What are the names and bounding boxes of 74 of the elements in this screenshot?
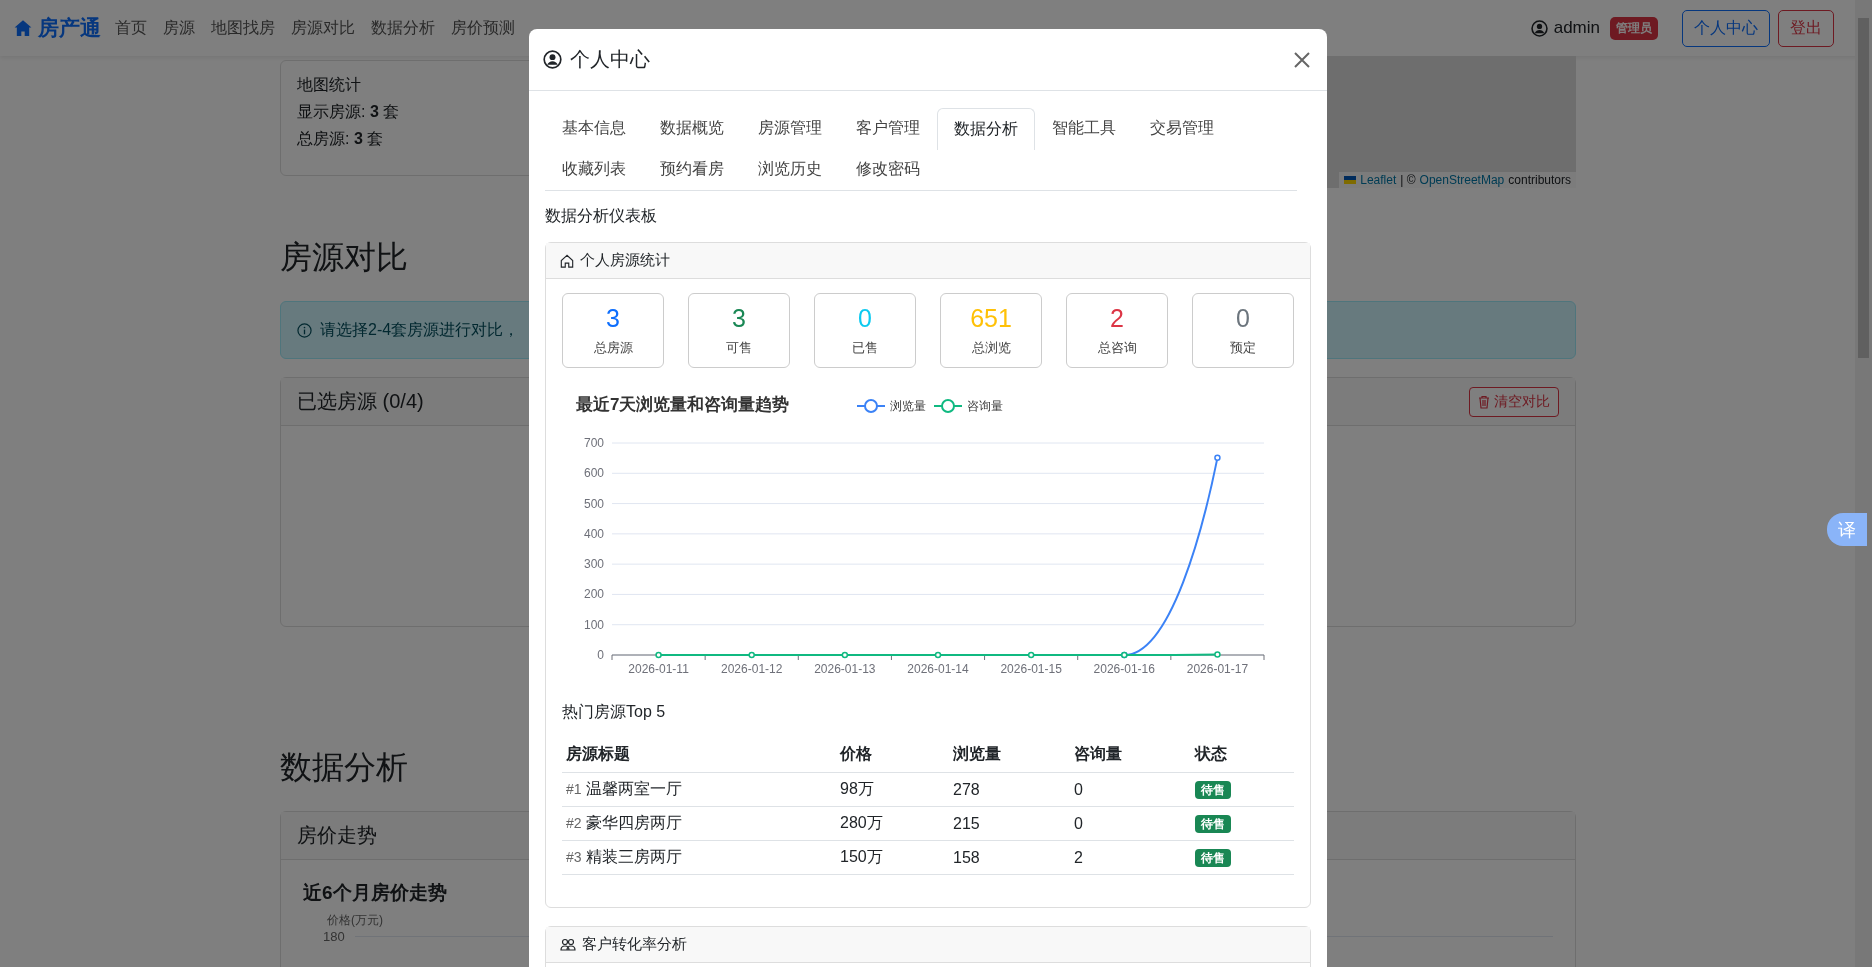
attribution-text: contributors (1508, 173, 1571, 187)
status-badge: 待售 (1195, 781, 1231, 799)
column-header: 浏览量 (949, 737, 1070, 773)
table-cell: 2 (1070, 840, 1191, 875)
axis-tick-label: 300 (583, 557, 604, 572)
stat-label: 可售 (726, 339, 752, 357)
legend-label: 浏览量 (890, 399, 926, 413)
axis-tick-label: 180 (323, 929, 345, 944)
card-title: 个人房源统计 (580, 251, 670, 270)
rank-label: #3 (566, 849, 582, 865)
column-header: 房源标题 (562, 737, 836, 773)
legend-label: 咨询量 (967, 399, 1003, 413)
property-title: 豪华四房两厅 (585, 814, 682, 831)
section-heading: 数据分析 (280, 748, 408, 786)
axis-tick-label: 400 (583, 526, 604, 541)
card-title: 客户转化率分析 (582, 935, 687, 954)
stat-value: 2 (1110, 304, 1124, 333)
rank-label: #2 (566, 815, 582, 831)
table-cell: 0 (1070, 806, 1191, 841)
stat-value: 3 (606, 304, 620, 333)
table-cell: 98万 (836, 772, 949, 807)
axis-tick-label: 2026-01-12 (721, 662, 783, 676)
axis-tick-label: 2026-01-13 (814, 662, 876, 676)
card-title: 房价走势 (297, 823, 377, 848)
axis-tick-label: 100 (583, 617, 604, 632)
card-title: 已选房源 (0/4) (297, 389, 424, 414)
stat-label: 总咨询 (1097, 339, 1137, 357)
attribution-text: | © (1400, 173, 1416, 187)
alert-text: 请选择2-4套房源进行对比， (320, 319, 520, 340)
card-title: 地图统计 (297, 75, 362, 95)
username: admin (1553, 18, 1600, 38)
status-badge: 待售 (1195, 849, 1231, 867)
axis-tick-label: 2026-01-11 (628, 662, 689, 676)
column-header: 价格 (836, 737, 949, 773)
stat-label: 已售 (852, 339, 878, 357)
brand-name: 房产通 (38, 15, 101, 41)
role-badge: 管理员 (1610, 16, 1658, 40)
column-header: 咨询量 (1070, 737, 1191, 773)
axis-tick-label: 2026-01-17 (1186, 662, 1249, 676)
axis-tick-label: 2026-01-15 (1000, 662, 1062, 676)
property-title: 温馨两室一厅 (585, 780, 682, 797)
table-cell: 278 (949, 772, 1070, 807)
dialog-title: 个人中心 (570, 47, 651, 72)
property-title: 精装三房两厅 (585, 848, 682, 865)
axis-tick-label: 700 (583, 436, 604, 450)
axis-tick-label: 2026-01-14 (907, 662, 969, 676)
stat-label: 总房源 (593, 339, 633, 357)
stat-value: 651 (970, 304, 1012, 333)
rank-label: #1 (566, 781, 582, 797)
stat-line: 显示房源: 3 套 (297, 102, 401, 122)
table-cell: 215 (949, 806, 1070, 841)
table-cell: 0 (1070, 772, 1191, 807)
axis-tick-label: 200 (583, 587, 604, 602)
table-title: 热门房源Top 5 (562, 702, 667, 722)
axis-tick-label: 2026-01-16 (1093, 662, 1155, 676)
chart-title: 近6个月房价走势 (303, 881, 447, 905)
axis-tick-label: 600 (583, 466, 604, 481)
column-header: 状态 (1191, 737, 1294, 773)
axis-tick-label: 500 (583, 496, 604, 511)
stat-label: 总浏览 (971, 339, 1011, 357)
section-title: 数据分析仪表板 (545, 206, 658, 226)
stat-value: 0 (858, 304, 872, 333)
chart-title: 最近7天浏览量和咨询量趋势 (576, 395, 790, 414)
table-cell: 150万 (836, 840, 949, 875)
axis-tick-label: 0 (597, 648, 604, 662)
stat-value: 3 (732, 304, 746, 333)
axis-label: 价格(万元) (327, 912, 383, 929)
table-cell: 280万 (836, 806, 949, 841)
status-badge: 待售 (1195, 815, 1231, 833)
table-cell: 158 (949, 840, 1070, 875)
stat-label: 预定 (1230, 339, 1256, 357)
stat-value: 0 (1236, 304, 1250, 333)
stat-line: 总房源: 3 套 (297, 129, 385, 149)
section-heading: 房源对比 (280, 238, 408, 276)
